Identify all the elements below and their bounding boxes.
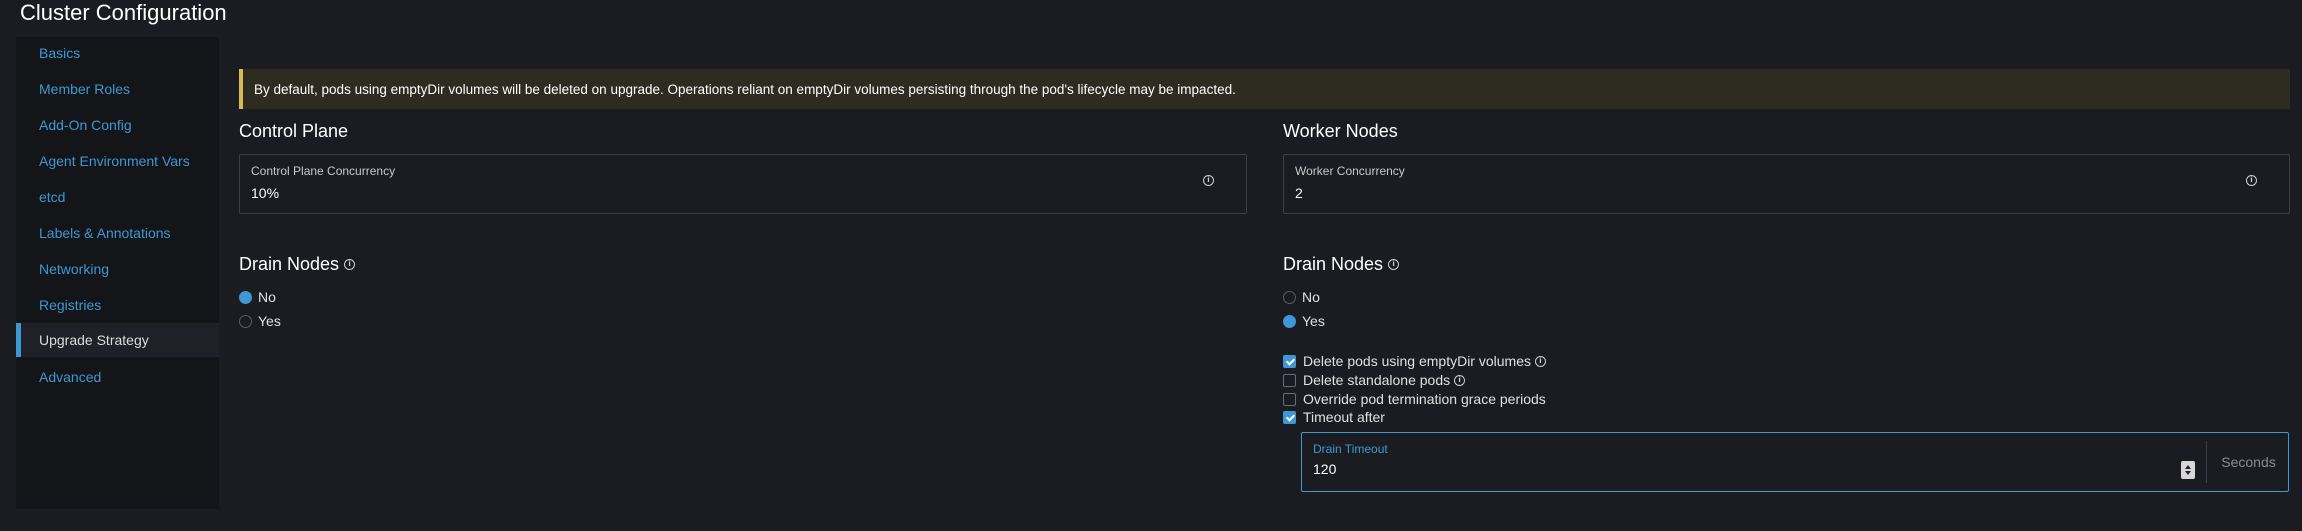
sidebar-item-label: Agent Environment Vars <box>39 153 190 169</box>
control-plane-concurrency-field[interactable]: Control Plane Concurrency 10% i <box>239 154 1247 214</box>
radio-label: Yes <box>258 313 281 329</box>
info-icon[interactable]: i <box>344 259 356 270</box>
sidebar-item-basics[interactable]: Basics <box>16 37 219 69</box>
worker-drain-yes-radio[interactable]: Yes <box>1283 313 1325 329</box>
sidebar-item-etcd[interactable]: etcd <box>16 181 219 213</box>
radio-label: No <box>1302 289 1320 305</box>
worker-nodes-title: Worker Nodes <box>1283 121 1398 141</box>
sidebar-item-networking[interactable]: Networking <box>16 253 219 285</box>
field-value: 2 <box>1295 185 1303 201</box>
sidebar-item-label: Basics <box>39 45 81 61</box>
control-plane-drain-title: Drain Nodes i <box>239 254 356 275</box>
control-plane-title: Control Plane <box>239 121 349 141</box>
sidebar-item-label: Labels & Annotations <box>39 225 171 241</box>
sidebar-item-label: Member Roles <box>39 81 131 97</box>
sidebar-item-label: Networking <box>39 261 110 277</box>
drain-timeout-input[interactable] <box>1313 461 2163 477</box>
checkbox-indicator <box>1283 392 1296 406</box>
radio-indicator <box>239 314 252 328</box>
checkbox-indicator <box>1283 373 1296 387</box>
warning-banner: By default, pods using emptyDir volumes … <box>239 69 2290 109</box>
checkbox-indicator <box>1283 354 1296 368</box>
checkbox-label: Delete standalone pods <box>1303 372 1451 388</box>
checkbox-label: Timeout after <box>1303 409 1385 425</box>
sidebar-item-add-on-config[interactable]: Add-On Config <box>16 109 219 141</box>
info-icon[interactable]: i <box>1535 355 1546 367</box>
page-title: Cluster Configuration <box>20 0 227 25</box>
info-icon[interactable]: i <box>2246 175 2257 186</box>
checkbox-label: Override pod termination grace periods <box>1303 391 1546 407</box>
worker-concurrency-field[interactable]: Worker Concurrency 2 i <box>1283 154 2290 214</box>
info-icon[interactable]: i <box>1454 374 1466 386</box>
worker-drain-title: Drain Nodes i <box>1283 254 1400 275</box>
field-label: Drain Timeout <box>1313 442 1388 456</box>
delete-standalone-pods-checkbox[interactable]: Delete standalone pods i <box>1283 372 1466 388</box>
number-stepper-icon[interactable] <box>2181 461 2195 479</box>
sidebar-item-label: Add-On Config <box>39 117 132 133</box>
sidebar-item-label: etcd <box>39 189 66 205</box>
checkbox-label: Delete pods using emptyDir volumes <box>1303 353 1531 369</box>
drain-title-text: Drain Nodes <box>1283 254 1384 274</box>
radio-indicator <box>1283 314 1296 328</box>
timeout-after-checkbox[interactable]: Timeout after <box>1283 409 1385 425</box>
sidebar-item-upgrade-strategy[interactable]: Upgrade Strategy <box>16 323 219 357</box>
sidebar-nav: Basics Member Roles Add-On Config Agent … <box>16 37 219 509</box>
sidebar-item-labels-annotations[interactable]: Labels & Annotations <box>16 217 219 249</box>
sidebar-item-label: Upgrade Strategy <box>39 332 149 348</box>
sidebar-item-agent-environment-vars[interactable]: Agent Environment Vars <box>16 145 219 177</box>
field-value: 10% <box>251 185 280 201</box>
sidebar-item-label: Registries <box>39 297 102 313</box>
sidebar-item-registries[interactable]: Registries <box>16 289 219 321</box>
radio-indicator <box>1283 290 1296 304</box>
delete-emptydir-pods-checkbox[interactable]: Delete pods using emptyDir volumes i <box>1283 353 1546 369</box>
sidebar-item-advanced[interactable]: Advanced <box>16 361 219 393</box>
control-plane-drain-yes-radio[interactable]: Yes <box>239 313 281 329</box>
sidebar-item-label: Advanced <box>39 369 102 385</box>
info-icon[interactable]: i <box>1388 259 1400 270</box>
override-grace-period-checkbox[interactable]: Override pod termination grace periods <box>1283 391 1546 407</box>
field-label: Control Plane Concurrency <box>251 164 396 178</box>
field-label: Worker Concurrency <box>1295 164 1405 178</box>
stepper-down-icon[interactable] <box>2185 471 2191 475</box>
radio-indicator <box>239 290 252 304</box>
drain-title-text: Drain Nodes <box>239 254 340 274</box>
drain-timeout-field[interactable]: Drain Timeout Seconds <box>1301 432 2289 492</box>
radio-label: Yes <box>1302 313 1325 329</box>
control-plane-drain-no-radio[interactable]: No <box>239 289 276 305</box>
banner-text: By default, pods using emptyDir volumes … <box>254 81 1236 97</box>
timeout-unit-addon: Seconds <box>2206 441 2290 483</box>
checkbox-indicator <box>1283 410 1296 424</box>
info-icon[interactable]: i <box>1203 175 1214 186</box>
worker-drain-no-radio[interactable]: No <box>1283 289 1320 305</box>
stepper-up-icon[interactable] <box>2185 465 2191 469</box>
sidebar-item-member-roles[interactable]: Member Roles <box>16 73 219 105</box>
radio-label: No <box>258 289 276 305</box>
